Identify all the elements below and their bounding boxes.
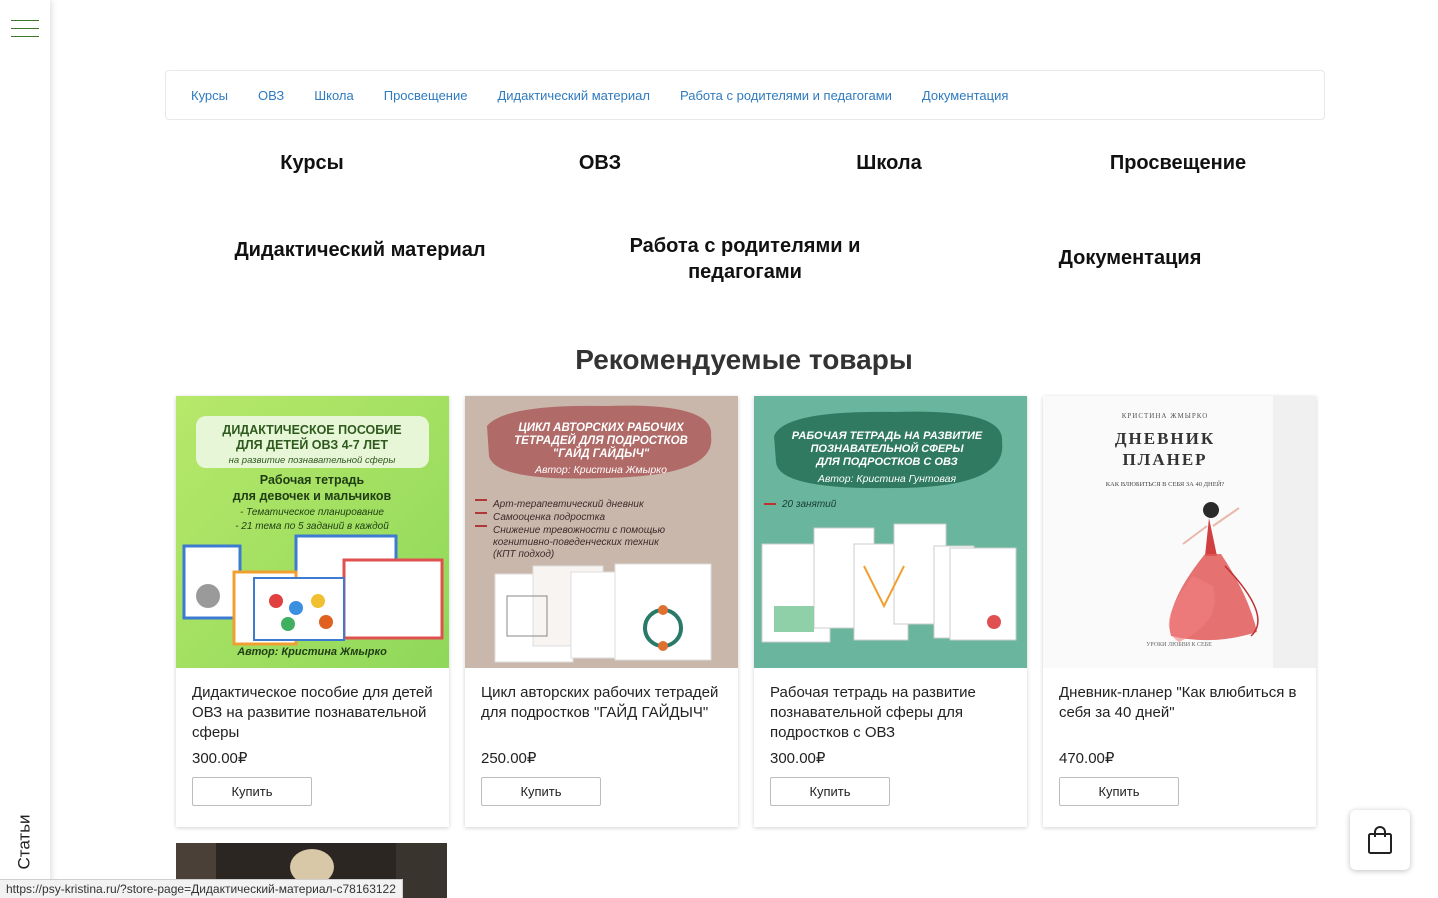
category-kursy[interactable]: Курсы xyxy=(212,150,412,176)
product-card[interactable]: КРИСТИНА ЖМЫРКО ДНЕВНИК ПЛАНЕР КАК ВЛЮБИ… xyxy=(1043,396,1316,827)
catnav-item-dokumentaciya[interactable]: Документация xyxy=(922,88,1009,103)
product-card[interactable]: ЦИКЛ АВТОРСКИХ РАБОЧИХ ТЕТРАДЕЙ ДЛЯ ПОДР… xyxy=(465,396,738,827)
product-image[interactable]: РАБОЧАЯ ТЕТРАДЬ НА РАЗВИТИЕ ПОЗНАВАТЕЛЬН… xyxy=(754,396,1027,668)
catnav-item-ovz[interactable]: ОВЗ xyxy=(258,88,284,103)
buy-button[interactable]: Купить xyxy=(770,777,890,806)
product-price: 470.00₽ xyxy=(1059,750,1115,767)
catnav-item-kursy[interactable]: Курсы xyxy=(191,88,228,103)
product-image[interactable]: ЦИКЛ АВТОРСКИХ РАБОЧИХ ТЕТРАДЕЙ ДЛЯ ПОДР… xyxy=(465,396,738,668)
product-image[interactable]: ДИДАКТИЧЕСКОЕ ПОСОБИЕ ДЛЯ ДЕТЕЙ ОВЗ 4-7 … xyxy=(176,396,449,668)
recommended-title: Рекомендуемые товары xyxy=(575,344,913,375)
cover2-b5: (КПТ подход) xyxy=(493,549,554,560)
product-price: 300.00₽ xyxy=(192,750,248,767)
product-price: 250.00₽ xyxy=(481,750,537,767)
catnav-item-shkola[interactable]: Школа xyxy=(314,88,354,103)
cover4-t4: УРОКИ ЛЮБВИ К СЕБЕ xyxy=(1146,642,1212,648)
catnav-item-didaktika[interactable]: Дидактический материал xyxy=(497,88,649,103)
category-ovz[interactable]: ОВЗ xyxy=(500,150,700,176)
cover3-b1: 20 занятий xyxy=(781,499,837,510)
cover1-t6: - Тематическое планирование xyxy=(240,507,384,518)
cover1-t3: на развитие познавательной сферы xyxy=(229,455,396,466)
category-prosveshchenie[interactable]: Просвещение xyxy=(1058,150,1298,176)
cover3-t3: ДЛЯ ПОДРОСТКОВ С ОВЗ xyxy=(815,456,957,468)
catnav-item-rabota[interactable]: Работа с родителями и педагогами xyxy=(680,88,892,103)
product-name[interactable]: Дидактическое пособие для детей ОВЗ на р… xyxy=(192,683,437,743)
cover3-author: Автор: Кристина Гунтовая xyxy=(817,473,957,485)
buy-button[interactable]: Купить xyxy=(1059,777,1179,806)
category-rabota-line1: Работа с родителями и xyxy=(629,235,861,257)
cover4-t2: ПЛАНЕР xyxy=(1122,450,1207,469)
catnav-item-prosveshchenie[interactable]: Просвещение xyxy=(384,88,468,103)
sidebar-articles-link[interactable]: Статьи xyxy=(15,812,35,872)
product-card[interactable]: РАБОЧАЯ ТЕТРАДЬ НА РАЗВИТИЕ ПОЗНАВАТЕЛЬН… xyxy=(754,396,1027,827)
cover2-author: Автор: Кристина Жмырко xyxy=(534,464,667,476)
menu-burger-icon[interactable] xyxy=(11,20,39,38)
cover1-t1: ДИДАКТИЧЕСКОЕ ПОСОБИЕ xyxy=(222,423,401,437)
cover2-b4: когнитивно-поведенческих техник xyxy=(493,537,660,548)
shopping-bag-icon xyxy=(1368,826,1392,854)
cover1-t4: Рабочая тетрадь xyxy=(260,473,365,487)
cover3-t1: РАБОЧАЯ ТЕТРАДЬ НА РАЗВИТИЕ xyxy=(792,430,983,442)
product-name[interactable]: Рабочая тетрадь на развитие познавательн… xyxy=(770,683,1015,743)
product-image[interactable]: КРИСТИНА ЖМЫРКО ДНЕВНИК ПЛАНЕР КАК ВЛЮБИ… xyxy=(1043,396,1316,668)
cover4-t0: КРИСТИНА ЖМЫРКО xyxy=(1122,412,1209,420)
cover2-t2: ТЕТРАДЕЙ ДЛЯ ПОДРОСТКОВ xyxy=(514,434,688,447)
cover4-t1: ДНЕВНИК xyxy=(1115,429,1215,448)
cover1-t2: ДЛЯ ДЕТЕЙ ОВЗ 4-7 ЛЕТ xyxy=(236,437,388,452)
category-rabota[interactable]: Работа с родителями и педагогами xyxy=(595,233,895,285)
browser-status-url: https://psy-kristina.ru/?store-page=Дида… xyxy=(0,879,403,898)
cover2-b1: Арт-терапевтический дневник xyxy=(492,499,645,510)
product-price: 300.00₽ xyxy=(770,750,826,767)
category-rabota-line2: педагогами xyxy=(688,261,802,283)
category-nav: Курсы ОВЗ Школа Просвещение Дидактически… xyxy=(165,70,1325,120)
cover3-t2: ПОЗНАВАТЕЛЬНОЙ СФЕРЫ xyxy=(811,442,965,455)
buy-button[interactable]: Купить xyxy=(481,777,601,806)
product-card[interactable]: ДИДАКТИЧЕСКОЕ ПОСОБИЕ ДЛЯ ДЕТЕЙ ОВЗ 4-7 … xyxy=(176,396,449,827)
cover1-t5: для девочек и мальчиков xyxy=(233,489,392,503)
cover2-t1: ЦИКЛ АВТОРСКИХ РАБОЧИХ xyxy=(518,422,685,434)
buy-button[interactable]: Купить xyxy=(192,777,312,806)
cover2-b3: Снижение тревожности с помощью xyxy=(493,525,665,536)
product-name[interactable]: Цикл авторских рабочих тетрадей для подр… xyxy=(481,683,726,723)
cart-button[interactable] xyxy=(1350,810,1410,870)
sidebar: Статьи xyxy=(0,0,50,898)
sidebar-label: Статьи xyxy=(15,814,34,870)
category-shkola[interactable]: Школа xyxy=(789,150,989,176)
category-didaktika[interactable]: Дидактический материал xyxy=(210,237,510,263)
cover4-t3: КАК ВЛЮБИТЬСЯ В СЕБЯ ЗА 40 ДНЕЙ? xyxy=(1106,480,1225,488)
cover2-t3: "ГАЙД ГАЙДЫЧ" xyxy=(553,447,650,460)
category-dokumentaciya[interactable]: Документация xyxy=(1010,245,1250,271)
cover1-t7: - 21 тема по 5 заданий в каждой xyxy=(235,521,389,532)
product-name[interactable]: Дневник-планер "Как влюбиться в себя за … xyxy=(1059,683,1304,723)
cover1-author: Автор: Кристина Жмырко xyxy=(236,646,387,658)
cover2-b2: Самооценка подростка xyxy=(493,512,605,523)
